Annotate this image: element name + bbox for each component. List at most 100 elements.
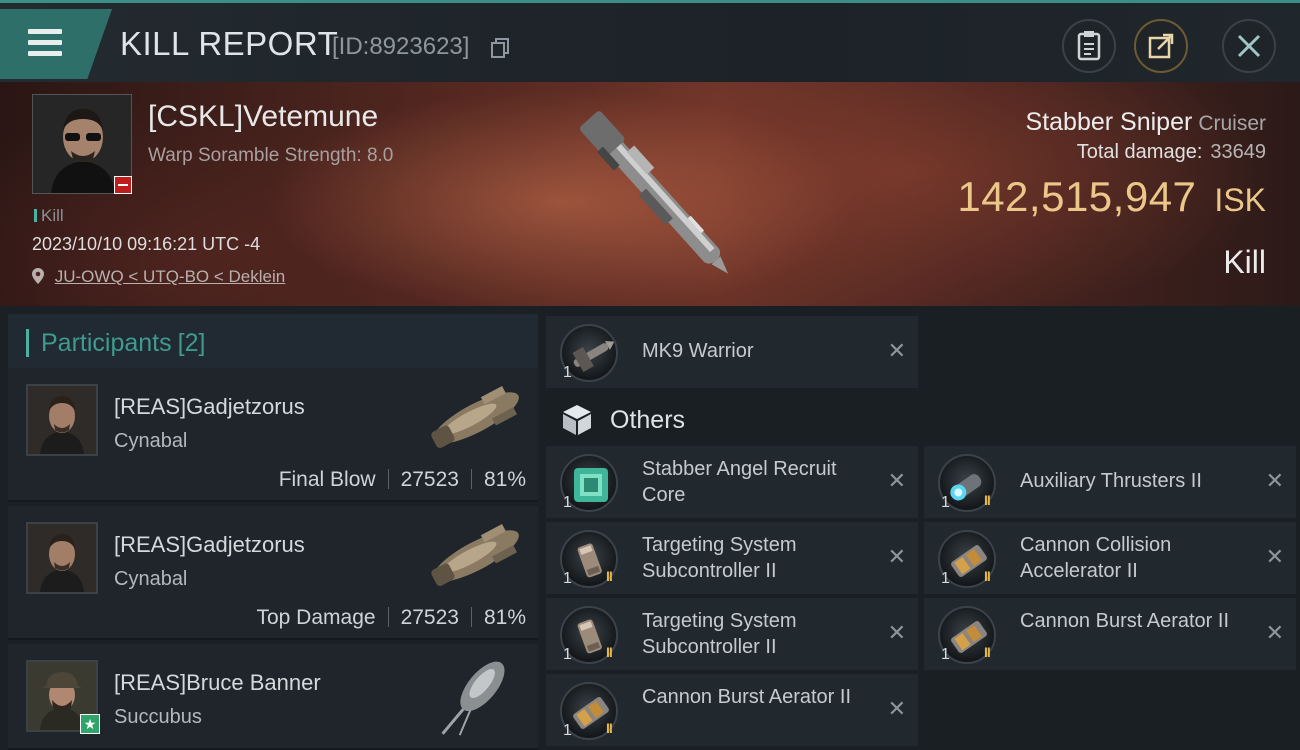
item-row[interactable]: 1 Stabber Angel Recruit Core ✕ xyxy=(546,446,918,518)
tech-level-badge: II xyxy=(984,644,991,660)
tech-level-badge: II xyxy=(984,492,991,508)
item-quantity: 1 xyxy=(563,364,572,381)
total-damage-value: 33649 xyxy=(1210,141,1266,163)
participant-name[interactable]: [REAS]Bruce Banner xyxy=(114,670,321,696)
x-icon[interactable]: ✕ xyxy=(888,340,906,362)
isk-amount: 142,515,947 xyxy=(957,173,1197,220)
item-name: Auxiliary Thrusters II xyxy=(1020,470,1202,492)
item-name: Cannon Burst Aerator II xyxy=(642,686,852,708)
x-icon[interactable]: ✕ xyxy=(1266,546,1284,568)
copy-icon[interactable] xyxy=(491,38,509,58)
participant-ship: Cynabal xyxy=(114,568,188,590)
participant-row[interactable]: [REAS]Gadjetzorus Cynabal Top Damage 2752… xyxy=(8,506,538,640)
participant-row[interactable]: ★ [REAS]Bruce Banner Succubus xyxy=(8,644,538,750)
participant-avatar[interactable] xyxy=(26,384,98,456)
participant-percent: 81% xyxy=(483,468,526,491)
tech-level-badge: II xyxy=(984,568,991,584)
item-name: MK9 Warrior xyxy=(642,340,754,362)
kill-location[interactable]: JU-OWQ < UTQ-BO < Deklein xyxy=(32,267,285,287)
menu-button[interactable] xyxy=(0,9,112,79)
participant-damage: 27523 xyxy=(400,606,459,629)
total-damage: Total damage: 33649 xyxy=(1077,141,1266,164)
top-damage-label: Top Damage xyxy=(256,606,376,629)
victim-banner: [CSKL]Vetemune Warp Soramble Strength: 8… xyxy=(0,82,1300,306)
x-icon[interactable]: ✕ xyxy=(888,622,906,644)
total-damage-label: Total damage: xyxy=(1076,141,1203,163)
isk-value: 142,515,947 ISK xyxy=(957,173,1266,221)
kill-tag: Kill xyxy=(34,206,64,226)
participant-name[interactable]: [REAS]Gadjetzorus xyxy=(114,394,305,420)
tech-level-badge: II xyxy=(606,720,613,736)
item-row[interactable]: 1 II Cannon Burst Aerator II ✕ xyxy=(546,674,918,746)
victim-ship[interactable]: Stabber Sniper Cruiser xyxy=(1026,108,1266,137)
tech-level-badge: II xyxy=(606,644,613,660)
x-icon[interactable]: ✕ xyxy=(888,470,906,492)
victim-ship-class: Cruiser xyxy=(1198,112,1266,135)
item-row[interactable]: 1 II Cannon Burst Aerator II ✕ xyxy=(924,598,1296,670)
x-icon[interactable]: ✕ xyxy=(1266,622,1284,644)
participants-header: Participants [2] xyxy=(8,314,538,372)
share-button[interactable] xyxy=(1134,19,1188,73)
item-name: Cannon Collision Accelerator II xyxy=(1020,534,1172,582)
x-icon[interactable]: ✕ xyxy=(888,698,906,720)
x-icon[interactable]: ✕ xyxy=(1266,470,1284,492)
participant-ship-image xyxy=(441,661,505,736)
participants-panel: Participants [2] [REAS]Gadjetzorus Cynab… xyxy=(0,306,540,750)
item-row[interactable]: 1 II Targeting System Subcontroller II ✕ xyxy=(546,522,918,594)
participant-avatar[interactable] xyxy=(26,522,98,594)
item-quantity: 1 xyxy=(563,494,572,511)
item-quantity: 1 xyxy=(941,646,950,663)
drone-item[interactable]: 1 MK9 Warrior ✕ xyxy=(546,316,918,388)
participants-label: Participants xyxy=(41,328,172,357)
kill-timestamp: 2023/10/10 09:16:21 UTC -4 xyxy=(32,234,261,254)
participants-count: [2] xyxy=(177,328,206,357)
final-blow-label: Final Blow xyxy=(278,468,376,491)
clipboard-icon xyxy=(1077,31,1101,61)
item-quantity: 1 xyxy=(563,722,572,739)
participant-row[interactable]: [REAS]Gadjetzorus Cynabal Final Blow 2752… xyxy=(8,368,538,502)
share-icon xyxy=(1148,33,1174,59)
hostile-badge xyxy=(114,176,132,194)
victim-name[interactable]: [CSKL]Vetemune xyxy=(148,100,378,134)
location-pin-icon xyxy=(32,268,44,284)
participant-stats: Final Blow 27523 81% xyxy=(279,468,526,492)
report-id: [ID:8923623] xyxy=(332,33,470,60)
close-icon xyxy=(1237,34,1261,58)
victim-ship-image xyxy=(580,111,729,274)
participant-damage: 27523 xyxy=(400,468,459,491)
participant-name[interactable]: [REAS]Gadjetzorus xyxy=(114,532,305,558)
item-quantity: 1 xyxy=(563,646,572,663)
item-row[interactable]: 1 II Cannon Collision Accelerator II ✕ xyxy=(924,522,1296,594)
item-row[interactable]: 1 II Targeting System Subcontroller II ✕ xyxy=(546,598,918,670)
tech-level-badge: II xyxy=(606,568,613,584)
participant-ship: Cynabal xyxy=(114,430,188,452)
victim-ship-name: Stabber Sniper xyxy=(1025,108,1193,136)
portrait-image xyxy=(28,524,96,592)
items-panel: 1 MK9 Warrior ✕ Others 1 Stabber Angel R… xyxy=(540,306,1300,750)
portrait-image xyxy=(28,386,96,454)
clipboard-button[interactable] xyxy=(1062,19,1116,73)
star-icon: ★ xyxy=(80,714,100,734)
participant-ship-image xyxy=(431,386,519,448)
item-name: Targeting System Subcontroller II xyxy=(642,610,797,658)
item-name: Cannon Burst Aerator II xyxy=(1020,610,1230,632)
page-title: KILL REPORT xyxy=(120,25,339,62)
others-label: Others xyxy=(610,405,686,434)
location-link[interactable]: JU-OWQ < UTQ-BO < Deklein xyxy=(55,267,285,286)
isk-currency: ISK xyxy=(1214,182,1266,218)
kill-result: Kill xyxy=(1223,244,1266,280)
item-row[interactable]: 1 II Auxiliary Thrusters II ✕ xyxy=(924,446,1296,518)
others-header: Others xyxy=(562,402,685,438)
participant-stats: Top Damage 27523 81% xyxy=(256,606,526,630)
cube-icon xyxy=(563,405,591,435)
item-quantity: 1 xyxy=(941,570,950,587)
participant-ship: Succubus xyxy=(114,706,202,728)
item-name: Stabber Angel Recruit Core xyxy=(642,458,837,506)
participant-percent: 81% xyxy=(483,606,526,629)
item-quantity: 1 xyxy=(563,570,572,587)
x-icon[interactable]: ✕ xyxy=(888,546,906,568)
title-bar: KILL REPORT [ID:8923623] xyxy=(0,0,1300,82)
item-quantity: 1 xyxy=(941,494,950,511)
close-button[interactable] xyxy=(1222,19,1276,73)
item-name: Targeting System Subcontroller II xyxy=(642,534,797,582)
